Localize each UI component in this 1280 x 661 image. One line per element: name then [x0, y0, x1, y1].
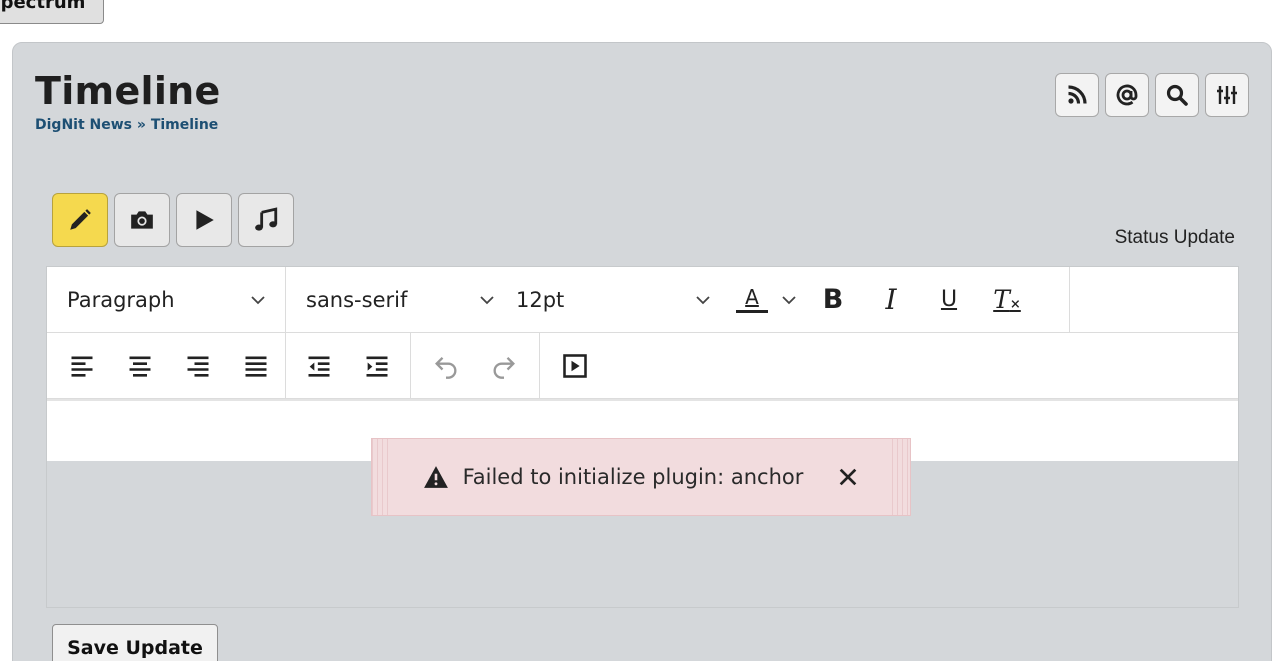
rich-text-editor: Paragraph sans-serif 12pt A B I U T× [46, 266, 1239, 608]
bold-glyph: B [822, 284, 844, 315]
timeline-panel: Timeline DigNit News » Timeline Status U… [12, 42, 1272, 661]
indent-group [286, 333, 411, 398]
align-right-icon [187, 356, 209, 377]
redo-button[interactable] [475, 333, 533, 398]
font-family-select[interactable]: sans-serif [286, 267, 514, 332]
toolbar-empty-group [1070, 267, 1238, 332]
warning-icon [423, 466, 448, 488]
filter-settings-button[interactable] [1205, 73, 1249, 117]
post-type-label: Status Update [1114, 227, 1235, 248]
error-notification: Failed to initialize plugin: anchor [371, 438, 911, 516]
header-toolbar [1055, 73, 1249, 117]
photo-type-button[interactable] [114, 193, 170, 247]
align-left-button[interactable] [53, 333, 111, 398]
underline-button[interactable]: U [920, 267, 978, 332]
font-size-select[interactable]: 12pt [514, 267, 730, 332]
camera-icon [131, 211, 153, 229]
page-title: Timeline [35, 69, 221, 113]
text-color-button[interactable]: A [730, 267, 774, 332]
at-icon [1116, 84, 1138, 106]
indent-button[interactable] [348, 333, 406, 398]
media-group [540, 333, 604, 398]
font-group: sans-serif 12pt A B I U T× [286, 267, 1070, 332]
music-icon [255, 207, 278, 231]
outdent-button[interactable] [290, 333, 348, 398]
clear-formatting-x: × [1009, 297, 1021, 312]
undo-button[interactable] [417, 333, 475, 398]
rss-button[interactable] [1055, 73, 1099, 117]
bold-button[interactable]: B [804, 267, 862, 332]
text-color-letter: A [745, 285, 759, 309]
block-format-value: Paragraph [67, 287, 175, 312]
search-button[interactable] [1155, 73, 1199, 117]
sliders-icon [1217, 86, 1237, 104]
text-color-dropdown[interactable] [774, 267, 804, 332]
notification-message: Failed to initialize plugin: anchor [462, 465, 804, 489]
audio-type-button[interactable] [238, 193, 294, 247]
breadcrumb: DigNit News » Timeline [35, 117, 218, 133]
text-color-swatch [736, 310, 768, 313]
top-truncated-button[interactable]: pectrum [0, 0, 104, 24]
align-justify-button[interactable] [227, 333, 285, 398]
align-justify-icon [245, 356, 267, 377]
align-center-button[interactable] [111, 333, 169, 398]
rss-icon [1068, 85, 1087, 104]
align-center-icon [129, 356, 151, 377]
video-type-button[interactable] [176, 193, 232, 247]
status-type-button[interactable] [52, 193, 108, 247]
italic-glyph: I [885, 283, 897, 316]
font-size-value: 12pt [516, 287, 565, 312]
play-icon [196, 210, 214, 230]
block-format-select[interactable]: Paragraph [47, 267, 285, 332]
align-left-icon [71, 356, 93, 377]
indent-icon [366, 356, 388, 377]
alignment-group [47, 333, 286, 398]
close-icon[interactable] [837, 466, 859, 488]
align-right-button[interactable] [169, 333, 227, 398]
editor-toolbar-row-1: Paragraph sans-serif 12pt A B I U T× [47, 267, 1238, 333]
chevron-down-icon [782, 295, 796, 304]
media-embed-icon [563, 353, 587, 378]
italic-button[interactable]: I [862, 267, 920, 332]
breadcrumb-separator: » [136, 117, 146, 133]
editor-toolbar-row-2 [47, 333, 1238, 399]
outdent-icon [308, 356, 330, 377]
undo-icon [435, 356, 457, 379]
chevron-down-icon [696, 295, 710, 304]
chevron-down-icon [480, 295, 494, 304]
insert-media-button[interactable] [546, 333, 604, 398]
save-update-button[interactable]: Save Update [52, 624, 218, 661]
chevron-down-icon [251, 295, 265, 304]
breadcrumb-root-link[interactable]: DigNit News [35, 117, 132, 133]
redo-icon [493, 356, 515, 379]
block-format-group: Paragraph [47, 267, 286, 332]
mentions-button[interactable] [1105, 73, 1149, 117]
clear-formatting-button[interactable]: T× [978, 267, 1036, 332]
history-group [411, 333, 540, 398]
font-family-value: sans-serif [306, 287, 408, 312]
search-icon [1166, 84, 1188, 106]
underline-glyph: U [940, 287, 958, 312]
post-type-buttons [52, 193, 294, 247]
breadcrumb-current[interactable]: Timeline [151, 117, 219, 133]
pencil-icon [70, 209, 91, 230]
clear-formatting-glyph: T× [993, 285, 1021, 314]
clear-formatting-letter: T [993, 285, 1010, 314]
